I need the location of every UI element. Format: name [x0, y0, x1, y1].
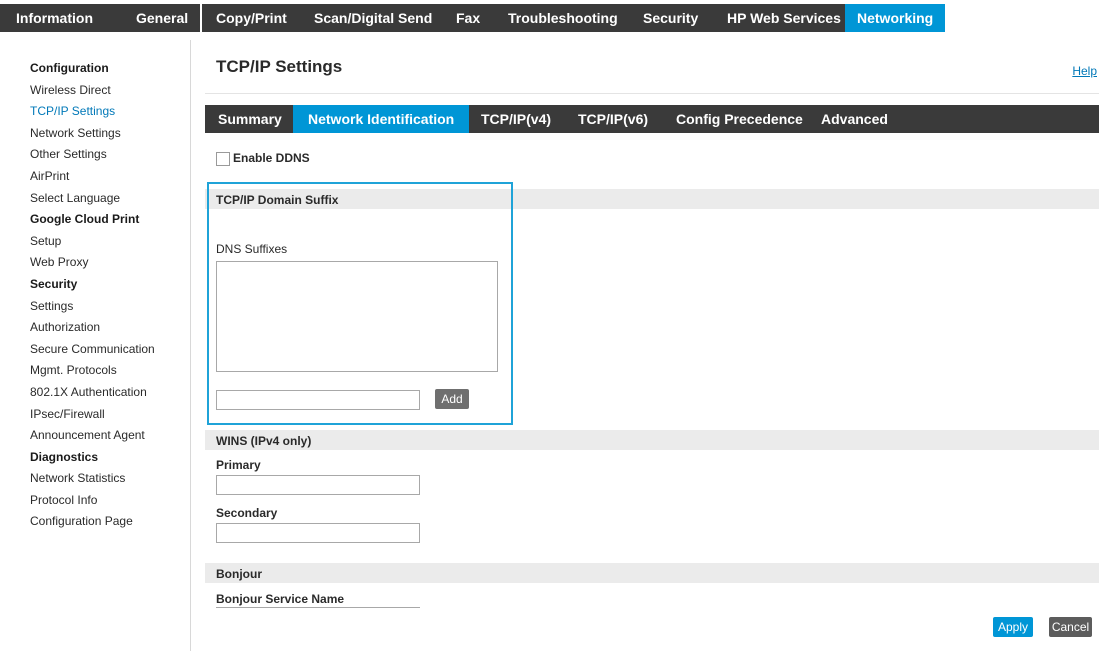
top-nav-separator — [200, 4, 202, 32]
sidebar-item-mgmt-protocols[interactable]: Mgmt. Protocols — [30, 360, 190, 382]
tab-security[interactable]: Security — [643, 4, 698, 32]
tab-fax[interactable]: Fax — [456, 4, 480, 32]
primary-label: Primary — [216, 458, 261, 472]
sidebar-heading-diagnostics: Diagnostics — [30, 449, 99, 464]
sidebar-item-announcement-agent[interactable]: Announcement Agent — [30, 425, 190, 447]
sidebar-item-protocol-info[interactable]: Protocol Info — [30, 490, 190, 512]
sidebar-item-wireless-direct[interactable]: Wireless Direct — [30, 80, 190, 102]
page-title: TCP/IP Settings — [216, 57, 343, 76]
bonjour-service-name-input[interactable] — [216, 607, 420, 611]
sidebar-item-authorization[interactable]: Authorization — [30, 317, 190, 339]
bonjour-section-title: Bonjour — [216, 567, 262, 581]
secondary-label: Secondary — [216, 506, 278, 520]
tab-networking[interactable]: Networking — [845, 4, 946, 32]
subtab-tcp-ip-v6[interactable]: TCP/IP(v6) — [578, 105, 648, 133]
sidebar-item-select-language[interactable]: Select Language — [30, 188, 190, 210]
subtab-bar: Summary Network Identification TCP/IP(v4… — [205, 105, 1099, 133]
sidebar-item-configuration-page[interactable]: Configuration Page — [30, 511, 190, 533]
sidebar-item-tcp-ip-settings[interactable]: TCP/IP Settings — [30, 101, 190, 123]
sidebar-heading-configuration: Configuration — [30, 61, 109, 75]
sidebar-item-airprint[interactable]: AirPrint — [30, 166, 190, 188]
sidebar-item-network-settings[interactable]: Network Settings — [30, 123, 190, 145]
tab-copy-print[interactable]: Copy/Print — [216, 4, 287, 32]
wins-section-bar — [205, 430, 1099, 450]
wins-primary-input[interactable] — [216, 475, 420, 495]
wins-secondary-input[interactable] — [216, 523, 420, 543]
tab-information[interactable]: Information — [16, 4, 93, 32]
tab-hp-web-services[interactable]: HP Web Services — [727, 4, 841, 32]
wins-section-title: WINS (IPv4 only) — [216, 434, 312, 448]
subtab-advanced[interactable]: Advanced — [821, 105, 888, 133]
sidebar: Configuration Wireless Direct TCP/IP Set… — [30, 58, 190, 533]
title-divider — [205, 93, 1099, 94]
subtab-tcp-ip-v4[interactable]: TCP/IP(v4) — [481, 105, 551, 133]
sidebar-item-8021x-authentication[interactable]: 802.1X Authentication — [30, 382, 190, 404]
sidebar-item-network-statistics[interactable]: Network Statistics — [30, 468, 190, 490]
sidebar-item-settings[interactable]: Settings — [30, 296, 190, 318]
sidebar-item-web-proxy[interactable]: Web Proxy — [30, 252, 190, 274]
sidebar-item-ipsec-firewall[interactable]: IPsec/Firewall — [30, 404, 190, 426]
bonjour-section-bar — [205, 563, 1099, 583]
sidebar-divider — [190, 40, 191, 651]
bonjour-service-name-label: Bonjour Service Name — [216, 592, 345, 606]
apply-button[interactable]: Apply — [993, 617, 1033, 637]
subtab-summary[interactable]: Summary — [218, 105, 282, 133]
help-link[interactable]: Help — [1072, 64, 1097, 78]
cancel-button[interactable]: Cancel — [1049, 617, 1092, 637]
sidebar-heading-google-cloud-print: Google Cloud Print — [30, 212, 140, 227]
top-navigation: Information General Copy/Print Scan/Digi… — [0, 0, 1104, 36]
enable-ddns-checkbox[interactable] — [216, 152, 230, 166]
sidebar-item-secure-communication[interactable]: Secure Communication — [30, 339, 190, 361]
subtab-network-identification[interactable]: Network Identification — [293, 105, 470, 133]
sidebar-item-other-settings[interactable]: Other Settings — [30, 144, 190, 166]
sidebar-item-setup[interactable]: Setup — [30, 231, 190, 253]
subtab-config-precedence[interactable]: Config Precedence — [676, 105, 803, 133]
tab-scan-digital-send[interactable]: Scan/Digital Send — [314, 4, 432, 32]
sidebar-heading-security: Security — [30, 276, 78, 291]
tab-troubleshooting[interactable]: Troubleshooting — [508, 4, 618, 32]
tab-general[interactable]: General — [136, 4, 188, 32]
enable-ddns-label: Enable DDNS — [233, 151, 310, 165]
domain-suffix-highlight — [207, 182, 513, 425]
